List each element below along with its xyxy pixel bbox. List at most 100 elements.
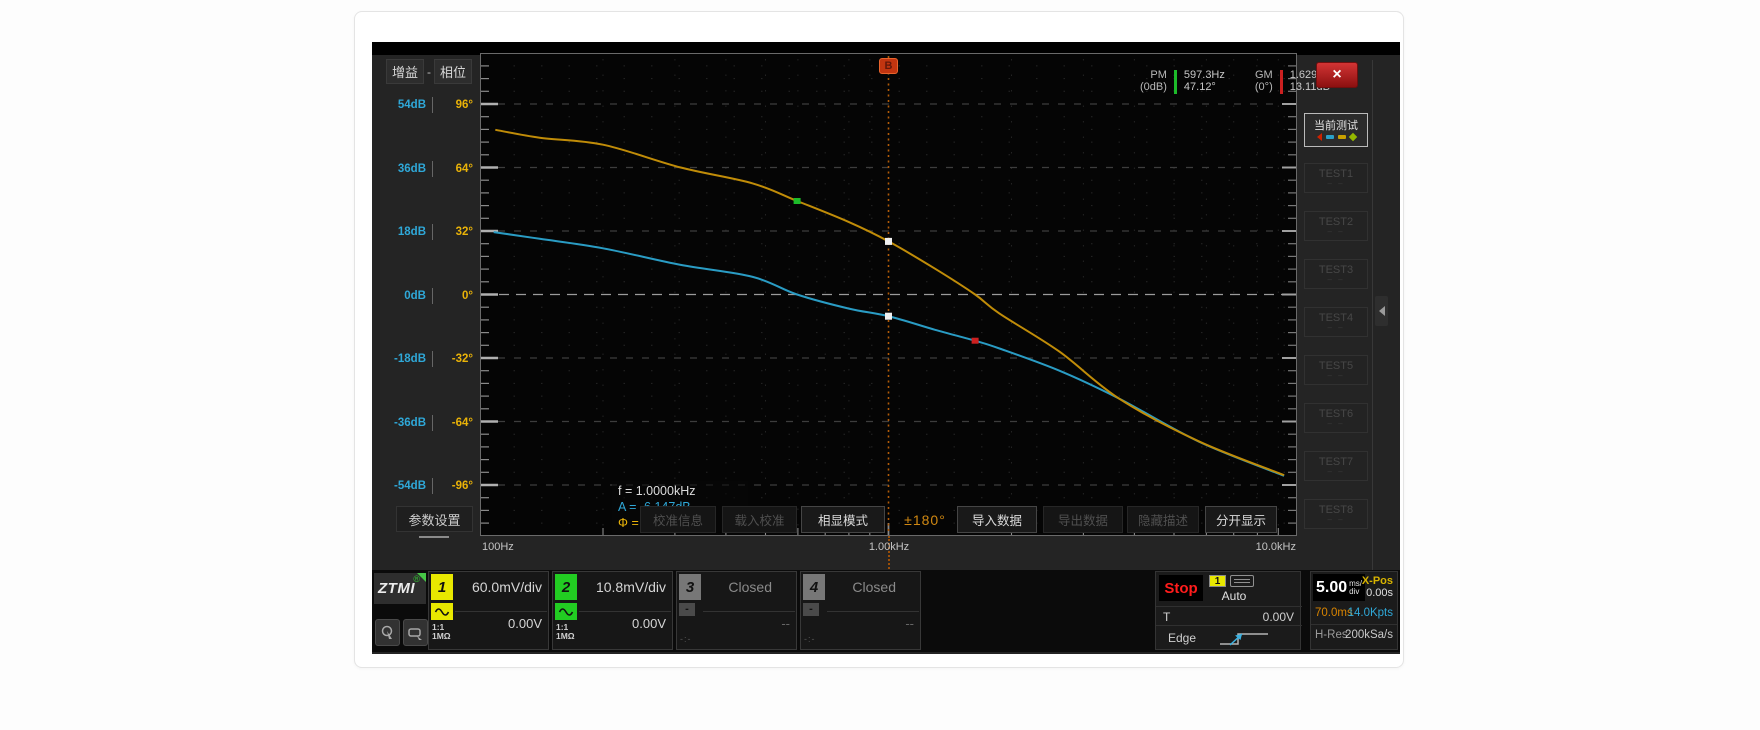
bode-plot-canvas [480,53,1297,536]
channel-offset: -- [781,616,790,631]
trigger-edge-label: Edge [1168,631,1196,645]
probe-settings: 1:11MΩ [432,623,451,641]
parameter-settings-underline [419,536,449,538]
gain-trace-icon [1326,135,1334,139]
gain-tick: -54dB [376,480,426,492]
margin-readouts: PM (0dB) 597.3Hz 47.12° GM (0°) 1.629kHz… [1140,69,1400,94]
timebase-value: 5.00 [1316,579,1347,597]
axis-tick-row: 54dB 96° [376,96,478,114]
channel-closed-label: Closed [852,579,896,595]
test-slot-6[interactable]: TEST6– – [1304,403,1368,433]
channel-closed-label: Closed [728,579,772,595]
logo-text: ZTMI [378,580,415,597]
gain-tick: 36dB [376,163,426,175]
pm-ref: (0dB) [1140,81,1167,93]
channel-divider [827,611,919,612]
drag-icon [407,624,425,642]
pm-value-block: 597.3Hz 47.12° [1184,69,1225,93]
test-slot-7[interactable]: TEST7– – [1304,451,1368,481]
axis-tick-row: 18dB32° [376,223,478,241]
scope-status-toolbar: ZTMI ® 11:11MΩ60.0mV/div0.00V21:11MΩ10.8… [372,570,1400,652]
gm-label-block: GM (0°) [1255,69,1273,93]
axis-header-dash: - [427,65,431,79]
logo-corner-flag [417,573,426,582]
trigger-level-value: 0.00V [1263,610,1294,624]
close-button[interactable]: × [1316,62,1358,88]
channel-2-block[interactable]: 21:11MΩ10.8mV/div0.00V [552,571,673,650]
ztmi-logo[interactable]: ZTMI ® [374,573,426,604]
channel-4-block[interactable]: 4-Closed---:- [800,571,921,650]
gain-tick: 54dB [376,99,426,111]
gain-axis-label[interactable]: 增益 [386,59,424,84]
timebase-panel[interactable]: 5.00 ms/ div X-Pos 0.00s 70.0ms 14.0Kpts… [1310,571,1398,650]
axis-tick-row: 36dB 64° [376,160,478,178]
cursor-b-badge[interactable]: B [879,58,898,74]
touch-gesture-button-2[interactable] [403,619,428,646]
gm-label: GM [1255,69,1273,81]
test-point-icon [1348,132,1356,140]
pm-label-block: PM (0dB) [1140,69,1167,93]
test-slot-2[interactable]: TEST2– – [1304,211,1368,241]
trigger-panel[interactable]: Stop 1 Auto T 0.00V Edge [1155,571,1301,650]
coupling-wave-icon [555,603,577,620]
trigger-mode: Auto [1204,589,1264,603]
parameter-settings-button[interactable]: 参数设置 [396,506,473,532]
channel-number-badge: 2 [555,574,577,600]
current-test-button[interactable]: 当前测试 [1304,113,1368,147]
xpos-value: 0.00s [1362,587,1393,599]
gain-tick: -36dB [376,417,426,429]
plot-button-4[interactable]: ±180° [893,506,957,533]
phase-tick: 96° [433,99,473,111]
xpos-block: X-Pos 0.00s [1362,575,1393,599]
axis-header: 增益 - 相位 [386,59,472,84]
xpos-label: X-Pos [1362,575,1393,587]
test-slot-3[interactable]: TEST3– – [1304,259,1368,289]
channel-1-block[interactable]: 11:11MΩ60.0mV/div0.00V [428,571,549,650]
phase-tick: 0° [433,290,473,302]
plot-button-6[interactable]: 导出数据 [1043,506,1123,533]
plot-button-7[interactable]: 隐藏描述 [1127,506,1199,533]
phase-tick: 32° [433,226,473,238]
plot-button-2[interactable]: 载入校准 [722,506,797,533]
phase-axis-label[interactable]: 相位 [434,59,472,84]
channel-number-badge: 1 [431,574,453,600]
trigger-source-badge: 1 [1209,575,1226,587]
phase-tick: 64° [433,163,473,175]
pm-frequency: 597.3Hz [1184,69,1225,81]
test-slot-1[interactable]: TEST1– – [1304,163,1368,193]
touch-gesture-button-1[interactable] [375,619,400,646]
channel-3-block[interactable]: 3-Closed---:- [676,571,797,650]
hres-label: H-Res [1315,629,1348,641]
channel-divider [455,611,547,612]
rising-edge-icon [1218,630,1272,647]
pm-label: PM [1140,69,1167,81]
stop-label: Stop [1164,580,1197,597]
marker-arrow-icon [1317,133,1322,141]
axis-tick-row: 0dB0° [376,287,478,305]
channel-offset: -- [905,616,914,631]
plot-button-8[interactable]: 分开显示 [1205,506,1277,533]
hres-row: H-Res 200kSa/s [1311,624,1397,642]
timebase-scale: 5.00 ms/ div [1313,574,1365,601]
phase-tick: -96° [433,480,473,492]
current-test-icons [1317,133,1356,140]
axis-tick-row: -54dB -96° [376,477,478,495]
test-slot-5[interactable]: TEST5– – [1304,355,1368,385]
channel-divider [703,611,795,612]
plot-button-5[interactable]: 导入数据 [957,506,1037,533]
freq-tick-10khz: 10.0kHz [1234,541,1296,553]
bode-plot-area[interactable]: PM (0dB) 597.3Hz 47.12° GM (0°) 1.629kHz… [480,53,1297,536]
test-slot-4[interactable]: TEST4– – [1304,307,1368,337]
plot-button-3[interactable]: 相显模式 [801,506,885,533]
pm-value: 47.12° [1184,81,1225,93]
trigger-t-label: T [1163,610,1170,624]
sample-rate: 200kSa/s [1345,629,1393,641]
phase-tick: -64° [433,417,473,429]
axis-tick-row: -18dB-32° [376,350,478,368]
plot-button-1[interactable]: 校准信息 [640,506,716,533]
collapse-left-icon [1379,306,1385,316]
channel-scale: 10.8mV/div [596,579,666,595]
channel-number-badge: 4 [803,574,825,600]
panel-collapse-tab[interactable] [1375,296,1388,326]
test-slot-8[interactable]: TEST8– – [1304,499,1368,529]
